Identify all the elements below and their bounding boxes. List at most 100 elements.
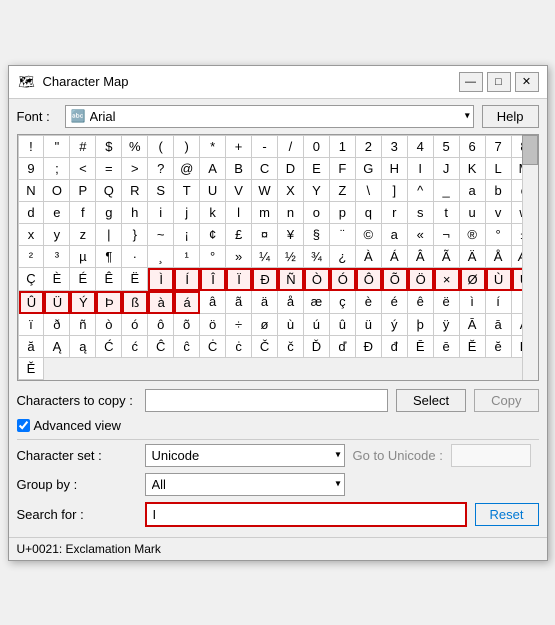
char-cell[interactable]: f (70, 202, 96, 224)
char-cell[interactable]: ÷ (226, 314, 252, 336)
char-cell[interactable]: þ (408, 314, 434, 336)
char-cell[interactable]: Q (96, 180, 122, 202)
char-cell[interactable]: Ì (148, 268, 174, 291)
char-cell[interactable]: ô (148, 314, 174, 336)
char-cell[interactable]: ° (200, 246, 226, 268)
char-cell[interactable]: í (486, 291, 512, 314)
char-cell[interactable]: å (278, 291, 304, 314)
char-cell[interactable]: · (122, 246, 148, 268)
char-cell[interactable]: * (200, 136, 226, 158)
char-cell[interactable]: ¿ (330, 246, 356, 268)
char-cell[interactable]: d (19, 202, 45, 224)
char-cell[interactable]: Đ (356, 336, 382, 358)
char-cell[interactable]: K (460, 158, 486, 180)
group-by-select[interactable]: All Unicode Subrange Unicode Category (145, 473, 345, 496)
char-cell[interactable]: × (434, 268, 460, 291)
char-cell[interactable]: B (226, 158, 252, 180)
char-cell[interactable]: ¼ (252, 246, 278, 268)
char-cell[interactable]: " (44, 136, 70, 158)
char-cell[interactable]: ď (330, 336, 356, 358)
char-cell[interactable]: ì (460, 291, 486, 314)
char-cell[interactable]: À (356, 246, 382, 268)
char-cell[interactable]: Ê (96, 268, 122, 291)
char-cell[interactable]: Ā (460, 314, 486, 336)
char-cell[interactable]: # (70, 136, 96, 158)
char-cell[interactable]: ĉ (174, 336, 200, 358)
advanced-view-checkbox[interactable] (17, 419, 30, 432)
char-cell[interactable]: @ (174, 158, 200, 180)
char-cell[interactable]: ² (19, 246, 45, 268)
char-cell[interactable]: « (408, 224, 434, 246)
char-cell[interactable]: m (252, 202, 278, 224)
char-cell[interactable]: $ (96, 136, 122, 158)
char-cell[interactable]: W (252, 180, 278, 202)
char-cell[interactable]: â (200, 291, 226, 314)
char-cell[interactable]: ¶ (96, 246, 122, 268)
char-cell[interactable]: J (434, 158, 460, 180)
char-cell[interactable]: U (200, 180, 226, 202)
char-cell[interactable]: 4 (408, 136, 434, 158)
char-cell[interactable]: Ö (408, 268, 434, 291)
char-cell[interactable]: S (148, 180, 174, 202)
char-cell[interactable]: § (304, 224, 330, 246)
char-cell[interactable]: ñ (70, 314, 96, 336)
scrollbar[interactable] (522, 135, 538, 380)
char-cell[interactable]: » (226, 246, 252, 268)
char-cell[interactable]: ^ (408, 180, 434, 202)
char-cell[interactable]: ą (70, 336, 96, 358)
char-cell[interactable]: x (19, 224, 45, 246)
char-cell[interactable]: ă (19, 336, 45, 358)
char-cell[interactable]: Â (408, 246, 434, 268)
char-cell[interactable]: æ (304, 291, 330, 314)
char-cell[interactable]: 0 (304, 136, 330, 158)
char-cell[interactable]: 3 (382, 136, 408, 158)
char-cell[interactable]: D (278, 158, 304, 180)
char-cell[interactable]: Ć (96, 336, 122, 358)
char-cell[interactable]: a (382, 224, 408, 246)
char-cell[interactable]: % (122, 136, 148, 158)
char-cell[interactable]: Ñ (278, 268, 304, 291)
char-cell[interactable]: á (174, 291, 200, 314)
char-cell[interactable]: V (226, 180, 252, 202)
char-cell[interactable]: ð (44, 314, 70, 336)
char-cell[interactable]: T (174, 180, 200, 202)
char-cell[interactable]: č (278, 336, 304, 358)
char-cell[interactable]: Ô (356, 268, 382, 291)
char-cell[interactable]: X (278, 180, 304, 202)
char-cell[interactable]: ¨ (330, 224, 356, 246)
char-cell[interactable]: ć (122, 336, 148, 358)
char-cell[interactable]: ß (122, 291, 148, 314)
advanced-view-label[interactable]: Advanced view (17, 418, 121, 433)
char-cell[interactable]: õ (174, 314, 200, 336)
char-cell[interactable]: ~ (148, 224, 174, 246)
char-cell[interactable]: Á (382, 246, 408, 268)
char-cell[interactable]: k (200, 202, 226, 224)
characters-to-copy-input[interactable] (145, 389, 389, 412)
font-select[interactable]: Arial (65, 105, 474, 128)
select-button[interactable]: Select (396, 389, 466, 412)
char-cell[interactable]: ó (122, 314, 148, 336)
char-cell[interactable]: z (70, 224, 96, 246)
char-cell[interactable]: b (486, 180, 512, 202)
char-cell[interactable]: đ (382, 336, 408, 358)
char-cell[interactable]: ¡ (174, 224, 200, 246)
char-cell[interactable]: N (19, 180, 45, 202)
char-cell[interactable]: / (278, 136, 304, 158)
close-button[interactable]: ✕ (515, 72, 539, 92)
copy-button[interactable]: Copy (474, 389, 538, 412)
char-cell[interactable]: Ç (19, 268, 45, 291)
char-cell[interactable]: ; (44, 158, 70, 180)
char-cell[interactable]: ĕ (486, 336, 512, 358)
char-cell[interactable]: < (70, 158, 96, 180)
char-cell[interactable]: È (44, 268, 70, 291)
char-cell[interactable]: Ĕ (460, 336, 486, 358)
char-cell[interactable]: Č (252, 336, 278, 358)
char-cell[interactable]: ° (486, 224, 512, 246)
char-cell[interactable]: Ě (19, 358, 45, 380)
char-cell[interactable]: Î (200, 268, 226, 291)
char-cell[interactable]: 7 (486, 136, 512, 158)
char-cell[interactable]: Z (330, 180, 356, 202)
char-cell[interactable]: y (44, 224, 70, 246)
char-cell[interactable]: Ï (226, 268, 252, 291)
char-cell[interactable]: g (96, 202, 122, 224)
